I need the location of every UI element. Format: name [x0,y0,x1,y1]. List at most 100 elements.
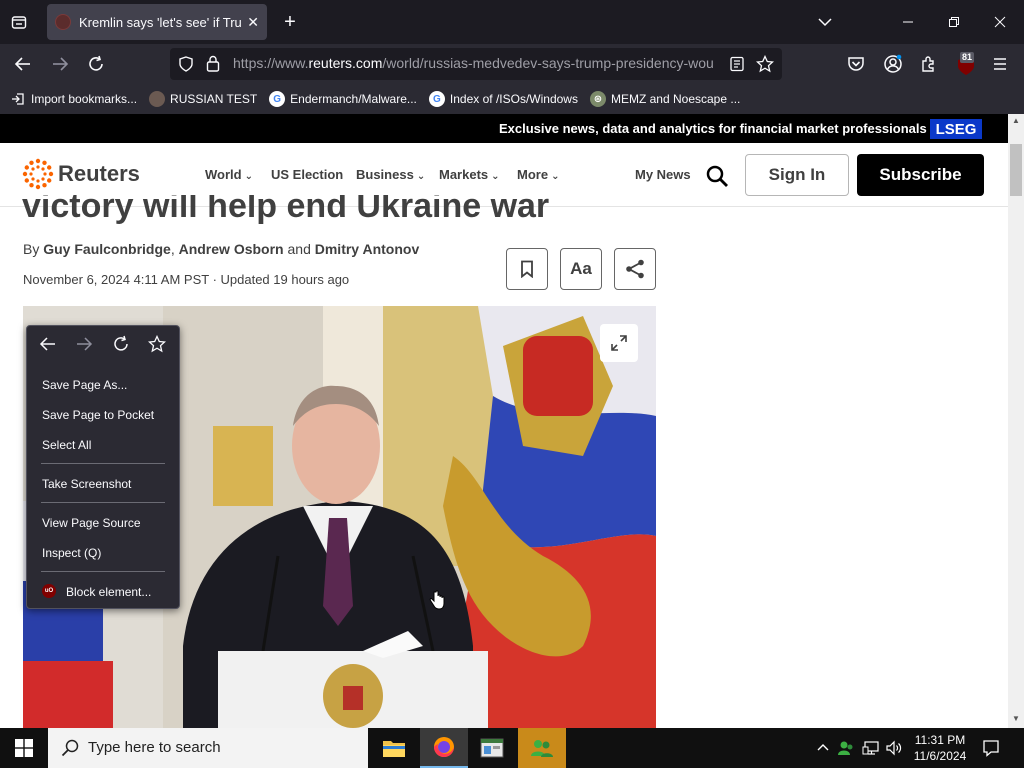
nav-label: US Election [271,167,344,182]
navigation-toolbar: https://www.reuters.com/world/russias-me… [0,44,1024,84]
minimize-icon[interactable] [898,12,918,32]
context-reload-icon[interactable] [112,335,130,358]
scroll-up-icon[interactable]: ▲ [1012,116,1020,125]
menu-item-block-element[interactable]: Block element... [66,585,151,599]
scroll-down-icon[interactable]: ▼ [1012,714,1020,723]
clock-date: 11/6/2024 [913,749,967,763]
people-icon [531,740,553,757]
nav-label: More [517,167,549,182]
page-scrollbar[interactable]: ▲ ▼ [1008,114,1024,728]
bookmark-label: Import bookmarks... [31,92,138,106]
person-icon [149,91,166,107]
byline-and: and [283,241,315,257]
author-link[interactable]: Andrew Osborn [179,241,284,257]
volume-icon[interactable] [885,739,903,762]
google-icon: G [428,91,445,107]
menu-item-select-all[interactable]: Select All [42,438,91,452]
tracking-protection-shield-icon[interactable] [178,56,194,77]
bookmark-endermanch[interactable]: G Endermanch/Malware... [269,91,417,107]
share-button[interactable] [614,248,656,290]
menu-item-view-page-source[interactable]: View Page Source [42,516,141,530]
menu-item-take-screenshot[interactable]: Take Screenshot [42,477,131,491]
share-icon [626,259,644,279]
nav-business[interactable]: Business ⌄ [356,167,425,182]
search-icon[interactable] [705,164,729,193]
ublock-shield-icon: uO [42,584,56,598]
url-path: /world/russias-medvedev-says-trump-presi… [382,55,714,71]
file-explorer-taskbar-button[interactable] [370,728,418,768]
lseg-logo[interactable]: LSEG [930,119,982,139]
subscribe-button[interactable]: Subscribe [857,154,984,196]
show-hidden-icons-chevron-icon[interactable] [816,740,830,759]
system-clock[interactable]: 11:31 PM 11/6/2024 [911,732,969,764]
reuters-logo[interactable]: Reuters [22,158,140,190]
expand-image-button[interactable] [600,324,638,362]
article-dateline: November 6, 2024 4:11 AM PST · Updated 1… [23,272,350,287]
restore-icon[interactable] [944,12,964,32]
byline-prefix: By [23,241,44,257]
bookmark-import[interactable]: Import bookmarks... [10,91,137,107]
author-link[interactable]: Dmitry Antonov [315,241,419,257]
back-icon[interactable] [14,55,32,78]
windows-logo-icon [15,739,33,757]
bookmark-memz[interactable]: ⊛ MEMZ and Noescape ... [589,91,740,107]
network-icon[interactable] [862,739,880,762]
menu-separator [41,502,165,503]
start-button[interactable] [0,728,48,768]
context-bookmark-star-icon[interactable] [147,334,167,358]
author-link[interactable]: Guy Faulconbridge [43,241,171,257]
chevron-down-icon: ⌄ [416,171,426,182]
app-taskbar-button[interactable] [468,728,516,768]
bookmark-star-icon[interactable] [755,54,775,78]
taskbar-search-box[interactable]: Type here to search [48,728,368,768]
sign-in-button[interactable]: Sign In [745,154,849,196]
reader-view-icon[interactable] [729,56,745,77]
nav-label: World [205,167,242,182]
close-window-icon[interactable] [990,12,1010,32]
menu-item-save-page-as[interactable]: Save Page As... [42,378,127,392]
context-forward-icon[interactable] [75,335,93,358]
promo-banner[interactable]: Exclusive news, data and analytics for f… [0,114,1008,143]
url-text[interactable]: https://www.reuters.com/world/russias-me… [233,55,719,71]
close-tab-icon[interactable]: ✕ [247,14,259,31]
text-size-button[interactable]: Aa [560,248,602,290]
new-tab-icon[interactable]: + [280,11,300,33]
reuters-favicon-icon [55,14,71,30]
byline-separator: , [170,241,179,257]
firefox-taskbar-button[interactable] [420,728,468,768]
pocket-icon[interactable] [847,55,865,78]
save-article-button[interactable] [506,248,548,290]
people-tray-icon[interactable] [837,739,855,762]
hamburger-menu-icon[interactable] [992,56,1008,77]
ublock-origin-icon[interactable]: 81 [956,52,976,76]
extensions-puzzle-icon[interactable] [920,55,938,78]
menu-item-inspect[interactable]: Inspect (Q) [42,546,101,560]
forward-icon[interactable] [51,55,69,78]
nav-markets[interactable]: Markets ⌄ [439,167,500,182]
reload-icon[interactable] [87,55,105,78]
account-icon[interactable] [883,54,903,79]
nav-more[interactable]: More ⌄ [517,167,559,182]
chevron-down-icon[interactable] [815,12,835,32]
firefox-icon [434,737,454,757]
url-bar[interactable]: https://www.reuters.com/world/russias-me… [170,48,782,80]
lock-icon[interactable] [206,55,220,77]
context-back-icon[interactable] [39,335,57,358]
people-app-taskbar-button[interactable] [518,728,566,768]
tab-active[interactable]: Kremlin says 'let's see' if Trump ✕ [47,4,267,40]
my-news-link[interactable]: My News [635,167,691,182]
bookmark-index-isos[interactable]: G Index of /ISOs/Windows [428,91,578,107]
hand-cursor-icon [428,590,446,615]
action-center-icon[interactable] [982,739,1000,762]
folder-icon [383,741,405,757]
scrollbar-thumb[interactable] [1010,144,1022,196]
browser-tab-bar: Kremlin says 'let's see' if Trump ✕ + [0,0,1024,44]
context-menu: Save Page As... Save Page to Pocket Sele… [26,325,180,609]
reuters-dots-icon [22,158,54,190]
menu-item-save-to-pocket[interactable]: Save Page to Pocket [42,408,154,422]
nav-us-election[interactable]: US Election [271,167,343,182]
bookmark-label: RUSSIAN TEST [170,92,258,106]
nav-world[interactable]: World ⌄ [205,167,253,182]
list-all-tabs-icon[interactable] [8,12,30,32]
bookmark-russian-test[interactable]: RUSSIAN TEST [149,91,257,107]
